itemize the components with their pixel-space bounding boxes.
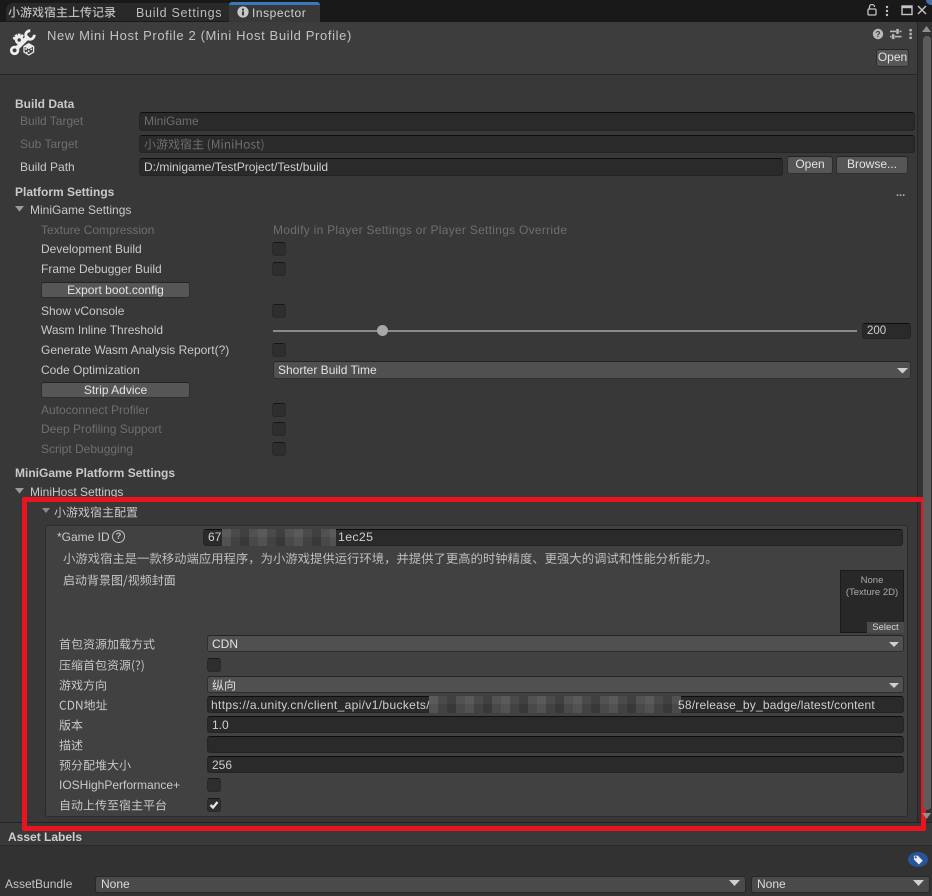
svg-text:?: ?: [875, 29, 880, 39]
